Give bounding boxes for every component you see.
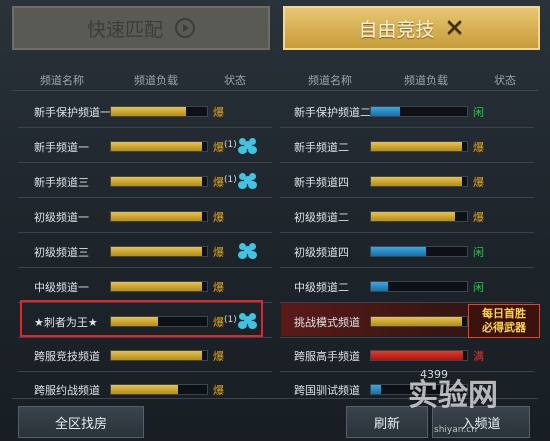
tab-free-battle[interactable]: 自由竞技 ✕ <box>283 6 540 50</box>
tab-free-battle-label: 自由竞技 <box>358 18 435 41</box>
watermark-brand: 实验网 <box>408 378 498 413</box>
channel-load-fill <box>371 142 463 151</box>
play-icon <box>175 18 195 38</box>
row-divider <box>18 267 272 268</box>
header-divider <box>12 90 538 91</box>
channel-load-fill <box>371 107 400 116</box>
channel-row-right[interactable]: 新手频道四 爆 <box>0 166 550 198</box>
channel-load-fill <box>371 282 389 291</box>
header-channel-load-right: 频道负载 <box>404 74 448 87</box>
channel-status: 爆 <box>473 141 484 154</box>
channel-load-bar <box>370 281 468 292</box>
channel-row-right[interactable]: 初级频道四 闲 <box>0 236 550 268</box>
channel-load-bar <box>370 246 468 257</box>
channel-load-bar <box>370 106 468 117</box>
tab-quick-match[interactable]: 快速匹配 <box>12 6 270 50</box>
channel-load-bar <box>370 316 468 327</box>
channel-status: 闲 <box>473 281 484 294</box>
channel-name: 挑战模式频道 <box>294 316 360 329</box>
header-status-right: 状态 <box>494 74 516 87</box>
channel-name: 初级频道二 <box>294 211 349 224</box>
channel-row-right[interactable]: 新手保护频道二 闲 <box>0 96 550 128</box>
header-channel-name-right: 频道名称 <box>308 74 352 87</box>
channel-load-bar <box>370 141 468 152</box>
row-divider <box>280 162 534 163</box>
watermark-site: shiyan.cn <box>434 425 477 435</box>
channel-status: 闲 <box>473 106 484 119</box>
row-divider <box>18 127 272 128</box>
selected-channel-highlight <box>20 300 263 337</box>
row-divider <box>18 337 272 338</box>
channel-status: 满 <box>473 350 484 363</box>
row-divider <box>280 197 534 198</box>
promo-line1: 每日首胜 <box>482 307 526 320</box>
channel-load-fill <box>371 177 463 186</box>
channel-name: 新手频道四 <box>294 176 349 189</box>
crossed-guns-icon: ✕ <box>444 14 465 42</box>
channel-name: 中级频道二 <box>294 281 349 294</box>
channel-name: 跨服高手频道 <box>294 350 360 363</box>
header-channel-name-left: 频道名称 <box>40 74 84 87</box>
channel-row-right[interactable]: 初级频道二 爆 <box>0 201 550 233</box>
promo-line2: 必得武器 <box>482 321 526 334</box>
row-divider <box>18 197 272 198</box>
row-divider <box>280 232 534 233</box>
channel-load-bar <box>370 211 468 222</box>
refresh-label: 刷新 <box>373 416 400 432</box>
row-divider <box>280 127 534 128</box>
row-divider <box>280 302 534 303</box>
header-status-left: 状态 <box>224 74 246 87</box>
channel-load-fill <box>371 385 381 394</box>
channel-load-bar <box>370 350 468 361</box>
channel-name: 新手频道二 <box>294 141 349 154</box>
header-channel-load-left: 频道负载 <box>134 74 178 87</box>
channel-load-fill <box>371 247 426 256</box>
channel-name: 新手保护频道二 <box>294 106 371 119</box>
all-server-search-label: 全区找房 <box>54 416 107 432</box>
tab-quick-match-label: 快速匹配 <box>86 18 163 41</box>
channel-name: 跨国驯试频道 <box>294 384 360 397</box>
all-server-search-button[interactable]: 全区找房 <box>18 406 144 438</box>
channel-row-right[interactable]: 新手频道二 爆 <box>0 131 550 163</box>
channel-name: 初级频道四 <box>294 246 349 259</box>
channel-row-right[interactable]: 跨服高手频道 满 <box>0 340 550 372</box>
row-divider <box>280 267 534 268</box>
channel-status: 爆 <box>473 211 484 224</box>
row-divider <box>18 232 272 233</box>
row-divider <box>18 162 272 163</box>
channel-load-fill <box>371 212 456 221</box>
row-divider <box>18 371 272 372</box>
channel-status: 爆 <box>473 176 484 189</box>
channel-row-right[interactable]: 中级频道二 闲 <box>0 271 550 303</box>
channel-status: 闲 <box>473 246 484 259</box>
daily-win-promo-badge[interactable]: 每日首胜 必得武器 <box>468 304 540 338</box>
channel-load-fill <box>371 351 464 360</box>
channel-load-fill <box>371 317 463 326</box>
channel-load-bar <box>370 176 468 187</box>
